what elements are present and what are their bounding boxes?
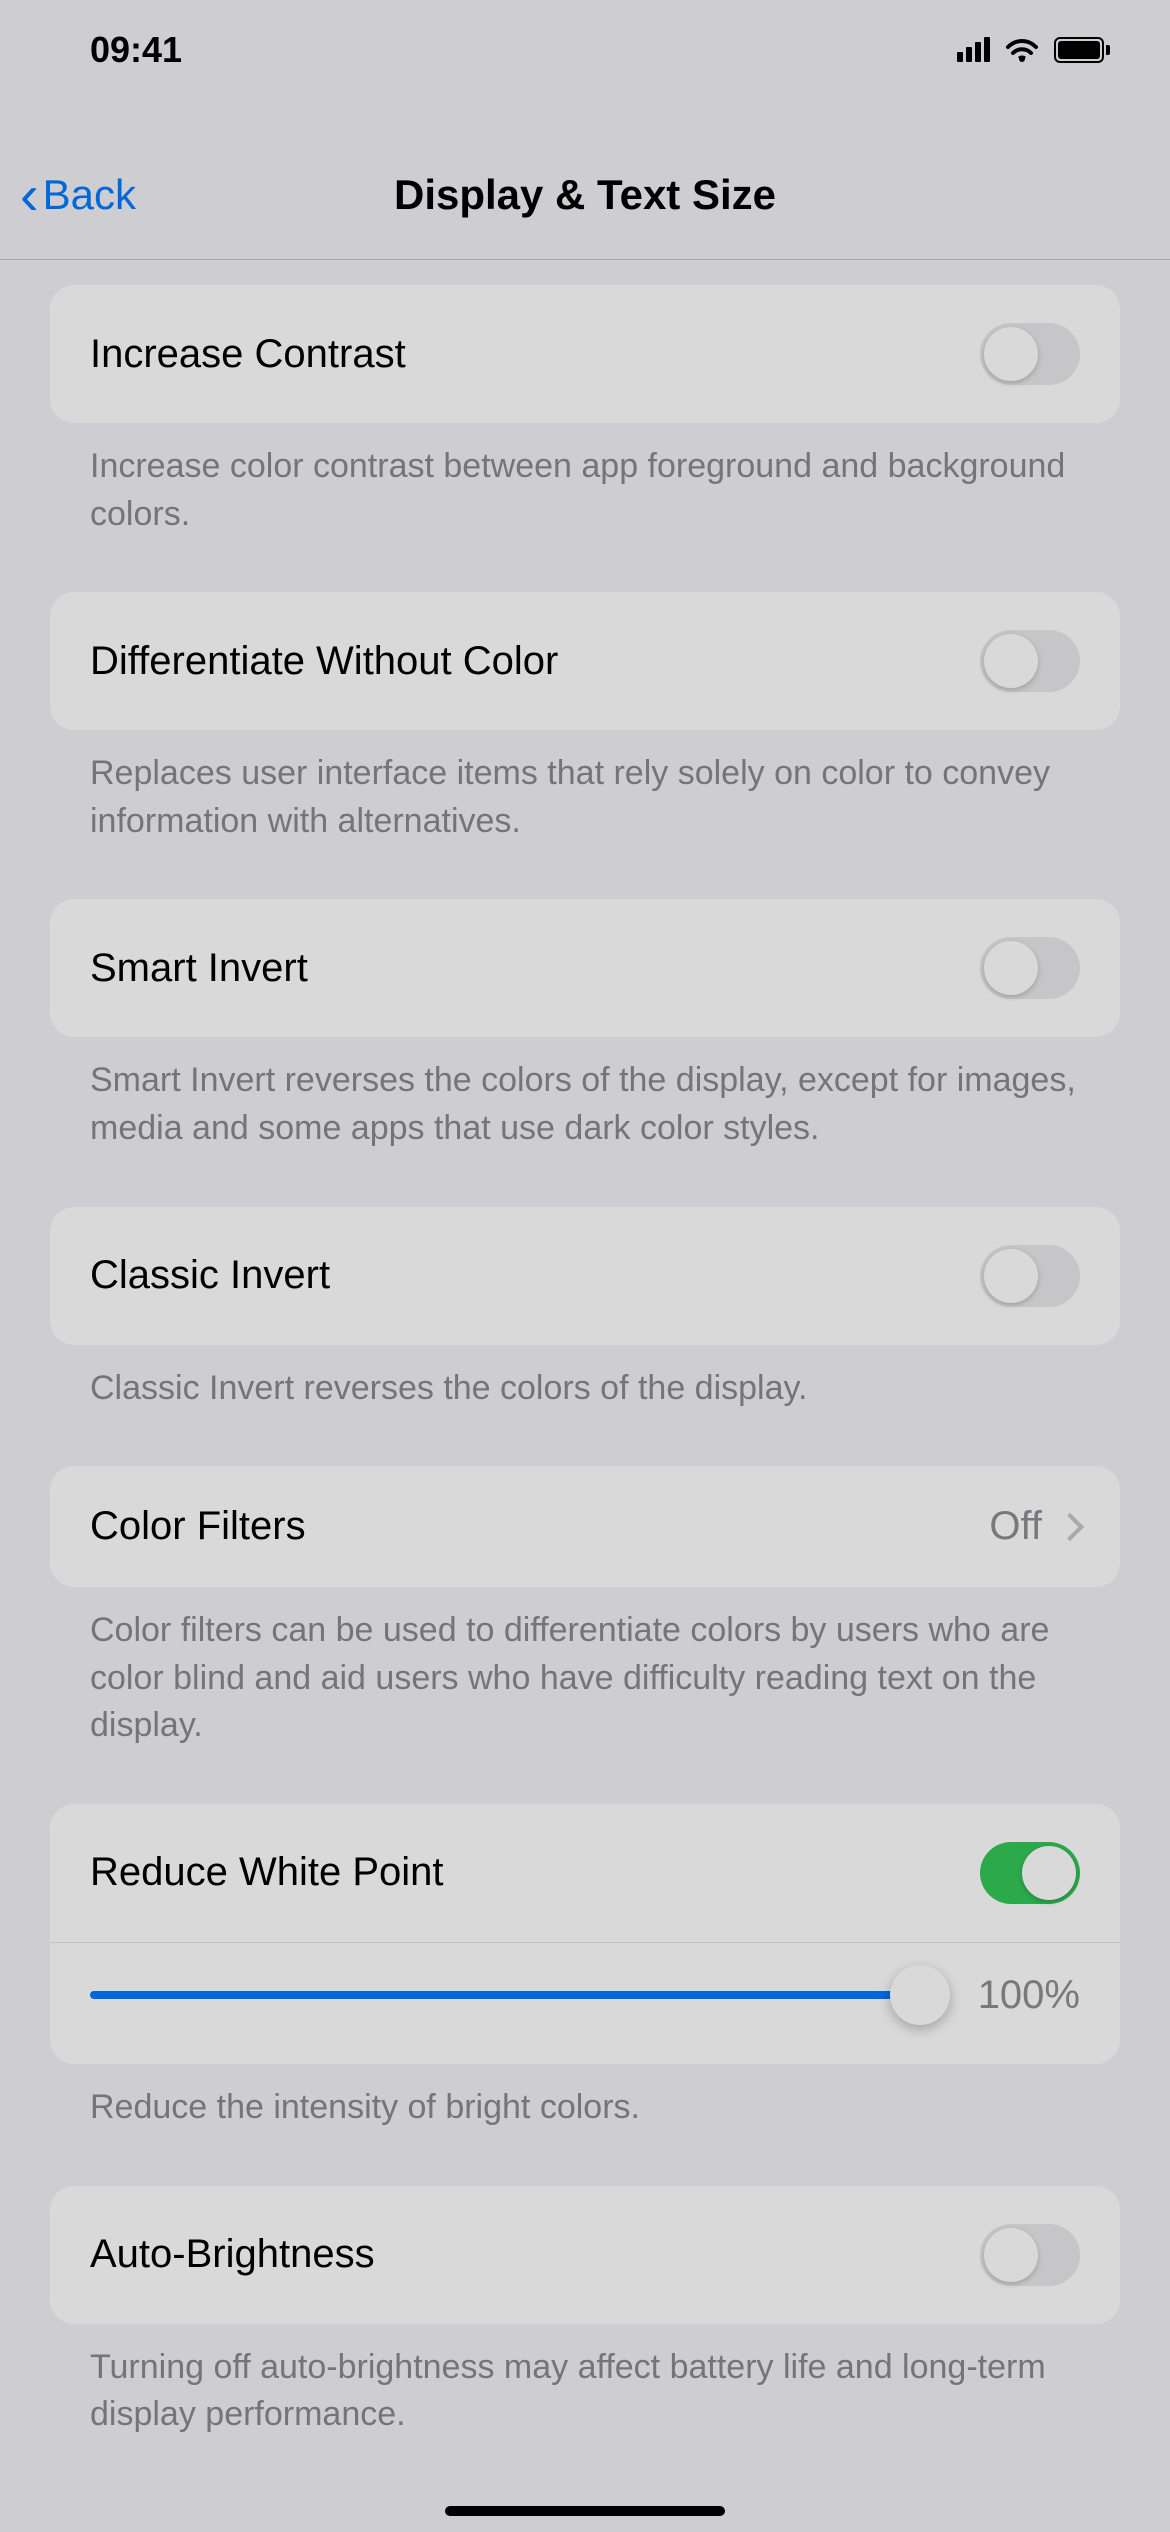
footer-increase-contrast: Increase color contrast between app fore…	[0, 423, 1170, 582]
row-differentiate[interactable]: Differentiate Without Color	[50, 592, 1120, 730]
white-point-value: 100%	[950, 1973, 1080, 2018]
footer-smart-invert: Smart Invert reverses the colors of the …	[0, 1037, 1170, 1196]
toggle-reduce-white-point[interactable]	[980, 1842, 1080, 1904]
status-bar: 09:41	[0, 0, 1170, 100]
section-reduce-white-point: Reduce White Point 100% Reduce the inten…	[0, 1804, 1170, 2176]
row-label: Differentiate Without Color	[90, 639, 558, 684]
nav-header: ‹ Back Display & Text Size	[0, 130, 1170, 260]
page-title: Display & Text Size	[0, 171, 1170, 219]
chevron-left-icon: ‹	[20, 167, 39, 223]
toggle-smart-invert[interactable]	[980, 937, 1080, 999]
row-white-point-slider: 100%	[50, 1942, 1120, 2064]
section-color-filters: Color Filters Off Color filters can be u…	[0, 1466, 1170, 1794]
footer-reduce-white-point: Reduce the intensity of bright colors.	[0, 2064, 1170, 2176]
footer-differentiate: Replaces user interface items that rely …	[0, 730, 1170, 889]
settings-content: Increase Contrast Increase color contras…	[0, 275, 1170, 2532]
toggle-classic-invert[interactable]	[980, 1245, 1080, 1307]
status-time: 09:41	[90, 29, 182, 71]
row-increase-contrast[interactable]: Increase Contrast	[50, 285, 1120, 423]
section-increase-contrast: Increase Contrast Increase color contras…	[0, 285, 1170, 582]
row-smart-invert[interactable]: Smart Invert	[50, 899, 1120, 1037]
section-smart-invert: Smart Invert Smart Invert reverses the c…	[0, 899, 1170, 1196]
cellular-signal-icon	[957, 38, 990, 62]
toggle-auto-brightness[interactable]	[980, 2224, 1080, 2286]
status-icons	[957, 37, 1110, 63]
chevron-right-icon	[1056, 1513, 1084, 1541]
back-button[interactable]: ‹ Back	[20, 167, 136, 223]
row-auto-brightness[interactable]: Auto-Brightness	[50, 2186, 1120, 2324]
white-point-slider[interactable]	[90, 1991, 920, 1999]
row-label: Classic Invert	[90, 1253, 330, 1298]
toggle-differentiate[interactable]	[980, 630, 1080, 692]
toggle-increase-contrast[interactable]	[980, 323, 1080, 385]
row-label: Increase Contrast	[90, 332, 406, 377]
row-reduce-white-point[interactable]: Reduce White Point	[50, 1804, 1120, 1942]
section-classic-invert: Classic Invert Classic Invert reverses t…	[0, 1207, 1170, 1457]
row-label: Smart Invert	[90, 946, 308, 991]
row-label: Color Filters	[90, 1504, 306, 1549]
slider-thumb[interactable]	[890, 1965, 950, 2025]
footer-auto-brightness: Turning off auto-brightness may affect b…	[0, 2324, 1170, 2483]
back-label: Back	[43, 171, 136, 219]
footer-classic-invert: Classic Invert reverses the colors of th…	[0, 1345, 1170, 1457]
wifi-icon	[1004, 37, 1040, 63]
home-indicator[interactable]	[445, 2506, 725, 2516]
row-color-filters[interactable]: Color Filters Off	[50, 1466, 1120, 1587]
row-label: Reduce White Point	[90, 1850, 444, 1895]
color-filters-value: Off	[989, 1504, 1042, 1549]
battery-icon	[1054, 37, 1110, 63]
footer-color-filters: Color filters can be used to differentia…	[0, 1587, 1170, 1794]
section-auto-brightness: Auto-Brightness Turning off auto-brightn…	[0, 2186, 1170, 2483]
row-classic-invert[interactable]: Classic Invert	[50, 1207, 1120, 1345]
row-label: Auto-Brightness	[90, 2232, 375, 2277]
section-differentiate: Differentiate Without Color Replaces use…	[0, 592, 1170, 889]
